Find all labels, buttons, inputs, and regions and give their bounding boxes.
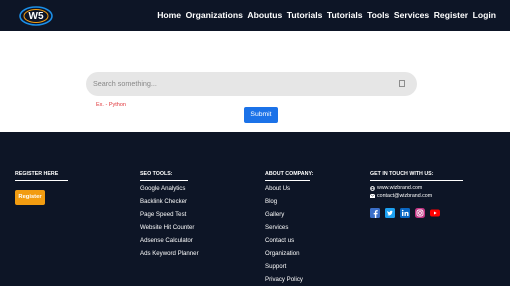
about-link[interactable]: Contact us: [265, 237, 294, 244]
seo-tool-link[interactable]: Google Analytics: [140, 185, 185, 192]
website-text: www.wizbrand.com: [377, 185, 423, 191]
nav-link-tutorials-2[interactable]: Tutorials: [327, 10, 363, 20]
about-link[interactable]: Organization: [265, 250, 300, 257]
about-link[interactable]: Privacy Policy: [265, 276, 303, 283]
globe-icon: [370, 185, 375, 191]
about-link[interactable]: Support: [265, 263, 286, 270]
seo-tools-heading-rule: [140, 180, 188, 181]
seo-tool-link[interactable]: Ads Keyword Planner: [140, 250, 199, 257]
footer-about-column: ABOUT COMPANY: About Us Blog Gallery Ser…: [265, 171, 325, 283]
register-button[interactable]: Register: [15, 190, 45, 205]
nav-link-home[interactable]: Home: [157, 10, 181, 20]
facebook-icon[interactable]: [370, 208, 380, 218]
footer-contact-column: GET IN TOUCH WITH US: www.wizbrand.com c…: [370, 171, 465, 218]
register-heading: REGISTER HERE: [15, 171, 59, 177]
about-link[interactable]: Services: [265, 224, 288, 231]
submit-button[interactable]: Submit: [244, 107, 278, 123]
search-placeholder: Search something...: [93, 79, 157, 88]
about-heading-rule: [265, 180, 310, 181]
contact-email[interactable]: contact@wizbrand.com: [370, 193, 432, 199]
register-heading-rule: [15, 180, 68, 181]
contact-website[interactable]: www.wizbrand.com: [370, 185, 422, 191]
about-heading: ABOUT COMPANY:: [265, 171, 314, 177]
logo-text: W5: [29, 11, 44, 22]
envelope-icon: [370, 194, 375, 198]
nav-link-register[interactable]: Register: [434, 10, 468, 20]
contact-heading-rule: [370, 180, 463, 181]
footer-seo-tools-column: SEO TOOLS: Google Analytics Backlink Che…: [140, 171, 200, 257]
top-navbar: W5 Home Organizations Aboutus Tutorials …: [0, 0, 510, 31]
nav-link-services[interactable]: Services: [394, 10, 429, 20]
seo-tool-link[interactable]: Backlink Checker: [140, 198, 187, 205]
nav-link-aboutus[interactable]: Aboutus: [247, 10, 282, 20]
seo-tool-link[interactable]: Page Speed Test: [140, 211, 186, 218]
search-icon[interactable]: [399, 80, 405, 87]
twitter-icon[interactable]: [385, 208, 395, 218]
nav-link-organizations[interactable]: Organizations: [186, 10, 243, 20]
nav-links: Home Organizations Aboutus Tutorials Tut…: [153, 10, 496, 20]
search-hint: Ex. - Python: [96, 102, 126, 108]
youtube-icon[interactable]: [430, 208, 440, 218]
search-section: Search something... Ex. - Python Submit: [0, 31, 510, 132]
seo-tool-link[interactable]: Website Hit Counter: [140, 224, 194, 231]
contact-heading: GET IN TOUCH WITH US:: [370, 171, 434, 177]
nav-link-tools[interactable]: Tools: [367, 10, 389, 20]
about-link[interactable]: Gallery: [265, 211, 284, 218]
nav-link-login[interactable]: Login: [473, 10, 496, 20]
social-icons: [370, 208, 440, 218]
email-text: contact@wizbrand.com: [377, 193, 433, 199]
footer-register-column: REGISTER HERE Register: [15, 171, 68, 205]
search-input[interactable]: Search something...: [86, 72, 417, 96]
about-link[interactable]: About Us: [265, 185, 290, 192]
seo-tool-link[interactable]: Adsense Calculator: [140, 237, 193, 244]
footer: REGISTER HERE Register SEO TOOLS: Google…: [0, 132, 510, 286]
seo-tools-heading: SEO TOOLS:: [140, 171, 173, 177]
linkedin-icon[interactable]: [400, 208, 410, 218]
nav-link-tutorials[interactable]: Tutorials: [287, 10, 323, 20]
about-link[interactable]: Blog: [265, 198, 277, 205]
wizbrand-logo[interactable]: W5: [18, 3, 54, 27]
instagram-icon[interactable]: [415, 208, 425, 218]
